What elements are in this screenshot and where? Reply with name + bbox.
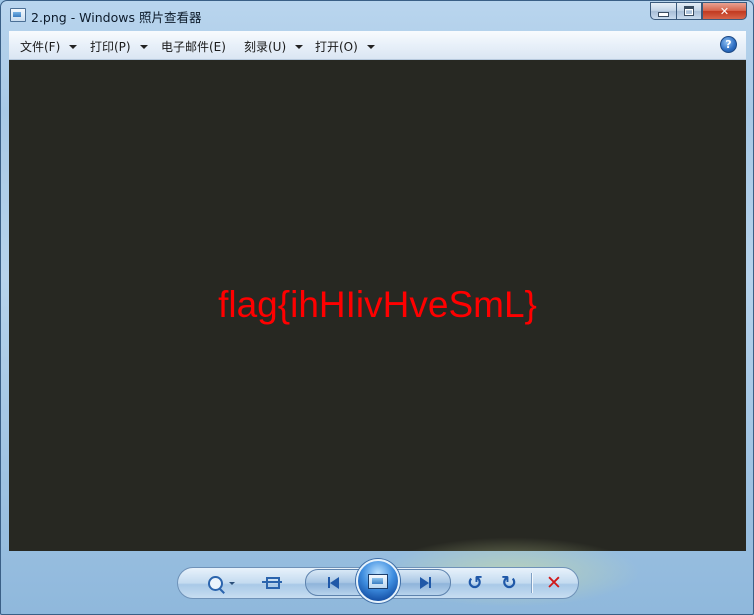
menu-burn-label: 刻录(U)	[244, 40, 287, 54]
window-frame-left	[1, 29, 9, 551]
image-viewport[interactable]: flag{ihHIivHveSmL}	[9, 60, 746, 551]
minimize-button[interactable]	[650, 2, 676, 20]
image-flag-text: flag{ihHIivHveSmL}	[218, 284, 537, 325]
slideshow-icon	[368, 573, 388, 589]
zoom-button[interactable]	[204, 572, 238, 594]
next-icon	[419, 576, 431, 589]
chevron-down-icon	[228, 581, 235, 585]
actual-size-button[interactable]	[261, 572, 285, 594]
menu-open[interactable]: 打开(O)	[315, 38, 375, 55]
actual-size-icon	[262, 577, 282, 589]
previous-button[interactable]	[313, 571, 353, 594]
menu-file-label: 文件(F)	[20, 40, 61, 54]
menu-bar: 文件(F) 打印(P) 电子邮件(E) 刻录(U) 打开(O) ?	[9, 31, 746, 60]
chevron-down-icon	[139, 44, 148, 49]
zoom-icon	[207, 575, 223, 591]
menu-open-label: 打开(O)	[315, 40, 358, 54]
photo-viewer-window: 2.png - Windows 照片查看器 ✕ 文件(F) 打印(P) 电子邮件…	[0, 0, 754, 615]
close-icon: ✕	[719, 4, 730, 18]
title-bar[interactable]: 2.png - Windows 照片查看器 ✕	[1, 1, 753, 29]
help-icon[interactable]: ?	[720, 36, 737, 53]
next-button[interactable]	[405, 571, 445, 594]
menu-burn[interactable]: 刻录(U)	[244, 38, 304, 55]
menu-email[interactable]: 电子邮件(E)	[161, 38, 226, 55]
caption-buttons: ✕	[650, 2, 747, 20]
chevron-down-icon	[295, 44, 304, 49]
window-title: 2.png - Windows 照片查看器	[31, 10, 202, 25]
maximize-icon	[684, 6, 694, 16]
chevron-down-icon	[69, 44, 78, 49]
delete-button[interactable]: ✕	[542, 571, 566, 595]
menu-email-label: 电子邮件(E)	[161, 40, 226, 54]
maximize-button[interactable]	[676, 2, 702, 20]
rotate-counterclockwise-icon: ↺	[467, 571, 483, 594]
menu-print[interactable]: 打印(P)	[90, 38, 148, 55]
rotate-clockwise-icon: ↻	[501, 571, 517, 594]
slideshow-button[interactable]	[356, 559, 400, 603]
delete-icon: ✕	[546, 571, 562, 594]
menu-print-label: 打印(P)	[90, 40, 131, 54]
chevron-down-icon	[366, 44, 375, 49]
previous-icon	[327, 576, 339, 589]
toolbar-separator	[531, 573, 532, 593]
menu-file[interactable]: 文件(F)	[20, 38, 78, 55]
window-frame-right	[745, 29, 753, 551]
rotate-counterclockwise-button[interactable]: ↺	[463, 571, 487, 595]
minimize-icon	[658, 11, 669, 17]
rotate-clockwise-button[interactable]: ↻	[497, 571, 521, 595]
close-button[interactable]: ✕	[702, 2, 747, 20]
control-bar: ↺ ↻ ✕	[1, 537, 753, 614]
photo-viewer-app-icon[interactable]	[10, 8, 26, 22]
